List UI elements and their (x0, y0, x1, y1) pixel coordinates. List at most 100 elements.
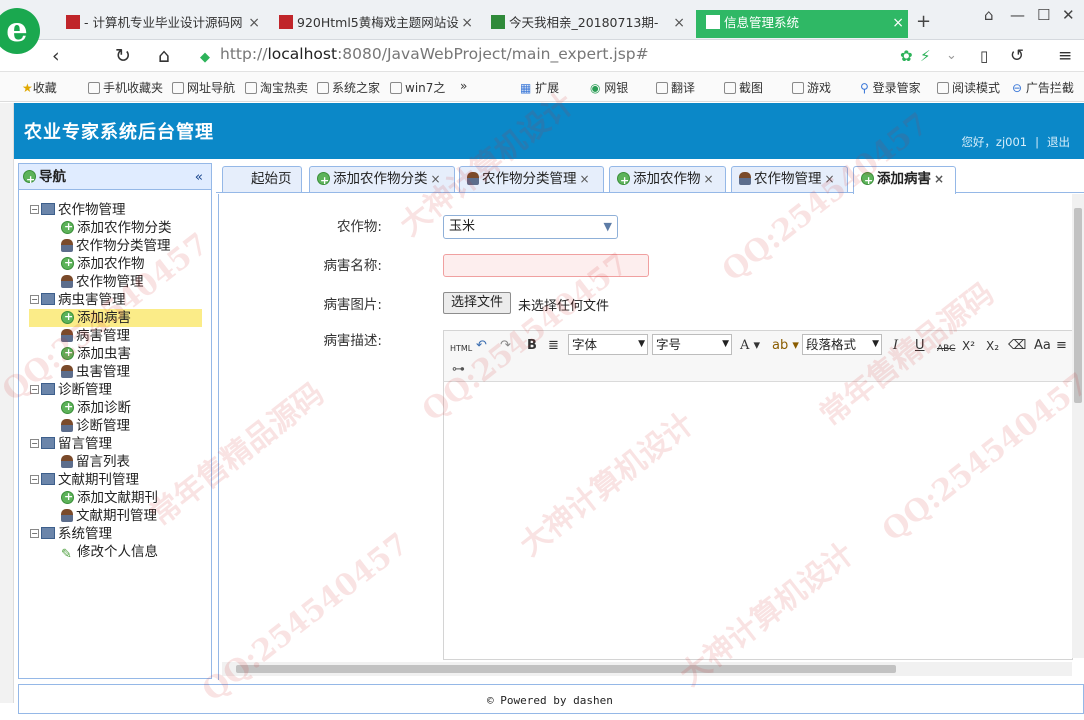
bookmark-item[interactable]: 游戏 (792, 79, 831, 96)
nav-item[interactable]: 农作物管理 (29, 273, 144, 291)
collapse-toggle-icon[interactable]: − (30, 295, 39, 304)
nav-item[interactable]: 添加农作物 (29, 254, 145, 273)
window-close-icon[interactable]: ✕ (1062, 6, 1075, 24)
collapse-toggle-icon[interactable]: − (30, 385, 39, 394)
horizontal-scrollbar[interactable] (222, 662, 1072, 676)
home-icon[interactable]: ⌂ (158, 44, 170, 68)
nav-item[interactable]: 文献期刊管理 (29, 507, 157, 525)
tab-add-crop[interactable]: 添加农作物× (609, 166, 726, 193)
nav-item[interactable]: 病害管理 (29, 327, 130, 345)
bookmark-item[interactable]: ◉ 网银 (590, 79, 628, 96)
bookmark-item[interactable]: ⚲ 登录管家 (860, 79, 921, 96)
tab-close-icon[interactable]: × (580, 172, 590, 186)
nav-item[interactable]: 添加诊断 (29, 398, 131, 417)
tab-crop-manage[interactable]: 农作物管理 × (731, 166, 848, 192)
highlight-icon[interactable]: ab ▾ (772, 338, 799, 354)
font-family-select[interactable]: 字体 ▼ (568, 334, 648, 355)
bookmark-item[interactable]: 系统之家 (317, 79, 380, 96)
paragraph-format-select[interactable]: 段落格式 ▼ (802, 334, 882, 355)
logout-link[interactable]: 退出 (1047, 135, 1070, 149)
align-icon[interactable]: ≡ (1056, 338, 1067, 354)
scroll-thumb[interactable] (1074, 208, 1082, 403)
nav-group[interactable]: − 农作物管理 (30, 201, 126, 219)
collapse-toggle-icon[interactable]: − (30, 529, 39, 538)
superscript-button[interactable]: X² (962, 338, 975, 354)
choose-file-button[interactable]: 选择文件 (443, 292, 512, 314)
bookmark-item[interactable]: 淘宝热卖 (245, 79, 308, 96)
font-color-button[interactable]: A ▾ (740, 338, 760, 354)
font-size-icon[interactable]: Aa (1034, 338, 1051, 354)
browser-tab-active[interactable]: 信息管理系统 × (696, 10, 908, 38)
disease-name-input[interactable] (443, 254, 649, 277)
collapse-toggle-icon[interactable]: − (30, 475, 39, 484)
bookmark-item[interactable]: 网址导航 (172, 79, 235, 96)
scroll-thumb[interactable] (236, 665, 896, 673)
nav-group[interactable]: − 病虫害管理 (30, 291, 126, 309)
html-source-button[interactable]: HTML (450, 341, 472, 357)
tab-close-icon[interactable]: × (431, 172, 441, 186)
nav-item[interactable]: 诊断管理 (29, 417, 130, 435)
nav-group[interactable]: − 文献期刊管理 (30, 471, 139, 489)
collapse-toggle-icon[interactable]: − (30, 439, 39, 448)
nav-item[interactable]: 留言列表 (29, 453, 130, 471)
nav-item[interactable]: 添加病害 (29, 308, 202, 327)
back-icon[interactable]: ‹ (52, 44, 60, 68)
link-icon[interactable]: ⊶ (452, 362, 465, 378)
restore-icon[interactable]: ⌂ (984, 6, 994, 24)
dropdown-icon[interactable]: ⌄ (946, 44, 957, 68)
close-icon[interactable]: × (461, 10, 473, 36)
close-icon[interactable]: × (248, 10, 260, 36)
collapse-button[interactable]: « (195, 164, 203, 190)
redo-icon[interactable]: ↷ (500, 338, 511, 354)
nav-group[interactable]: − 系统管理 (30, 525, 112, 543)
speed-icon[interactable]: ⚡ (920, 44, 931, 68)
nav-item[interactable]: 虫害管理 (29, 363, 130, 381)
url-field[interactable]: http://localhost:8080/JavaWebProject/mai… (220, 45, 649, 63)
italic-button[interactable]: I (893, 338, 898, 354)
undo-icon[interactable]: ↶ (476, 338, 487, 354)
tab-close-icon[interactable]: × (704, 172, 714, 186)
browser-tab-3[interactable]: 今天我相亲_20180713期- × (491, 10, 689, 36)
nav-group[interactable]: − 诊断管理 (30, 381, 112, 399)
crop-select[interactable]: 玉米 ▼ (443, 215, 618, 239)
tab-add-crop-category[interactable]: 添加农作物分类× (309, 166, 455, 193)
bookmark-item[interactable]: ★收藏 (22, 79, 57, 96)
nav-item[interactable]: 添加农作物分类 (29, 218, 172, 237)
underline-button[interactable]: U (915, 338, 925, 354)
extension-icon[interactable]: ✿ (900, 44, 913, 68)
collapse-toggle-icon[interactable]: − (30, 205, 39, 214)
bookmark-item[interactable]: ⊖ 广告拦截 (1012, 79, 1074, 96)
vertical-scrollbar[interactable] (1072, 194, 1084, 658)
undo-icon[interactable]: ↺ (1010, 44, 1024, 68)
nav-item[interactable]: 添加虫害 (29, 344, 131, 363)
nav-group[interactable]: − 留言管理 (30, 435, 112, 453)
tab-start-page[interactable]: 起始页 (222, 166, 302, 192)
tab-add-disease[interactable]: 添加病害× (853, 166, 956, 194)
tab-close-icon[interactable]: × (934, 172, 944, 186)
device-icon[interactable]: ▯ (980, 44, 988, 68)
clear-format-icon[interactable]: ≣ (548, 338, 559, 354)
reload-icon[interactable]: ↻ (115, 44, 131, 68)
bookmark-item[interactable]: ▦ 扩展 (520, 79, 559, 96)
close-icon[interactable]: × (673, 10, 685, 36)
menu-icon[interactable]: ≡ (1058, 44, 1072, 68)
eraser-icon[interactable]: ⌫ (1008, 338, 1026, 354)
font-size-select[interactable]: 字号 ▼ (652, 334, 732, 355)
tab-crop-category-manage[interactable]: 农作物分类管理 × (459, 166, 604, 192)
maximize-icon[interactable]: ☐ (1037, 6, 1050, 24)
nav-item[interactable]: 添加文献期刊 (29, 488, 158, 507)
subscript-button[interactable]: X₂ (986, 338, 999, 354)
bold-button[interactable]: B (527, 338, 537, 354)
bookmark-item[interactable]: win7之 (390, 79, 445, 96)
bookmark-item[interactable]: 截图 (724, 79, 763, 96)
bookmark-item[interactable]: 翻译 (656, 79, 695, 96)
nav-item[interactable]: 农作物分类管理 (29, 237, 171, 255)
bookmark-item[interactable]: 手机收藏夹 (88, 79, 163, 96)
bookmarks-more[interactable]: » (460, 79, 467, 93)
bookmark-item[interactable]: 阅读模式 (937, 79, 1000, 96)
browser-tab-1[interactable]: - 计算机专业毕业设计源码网 × (66, 10, 264, 36)
tab-close-icon[interactable]: × (825, 172, 835, 186)
browser-tab-2[interactable]: 920Html5黄梅戏主题网站设 × (279, 10, 477, 36)
nav-item[interactable]: ✎ 修改个人信息 (29, 543, 158, 561)
strikethrough-button[interactable]: ABC (937, 341, 955, 357)
